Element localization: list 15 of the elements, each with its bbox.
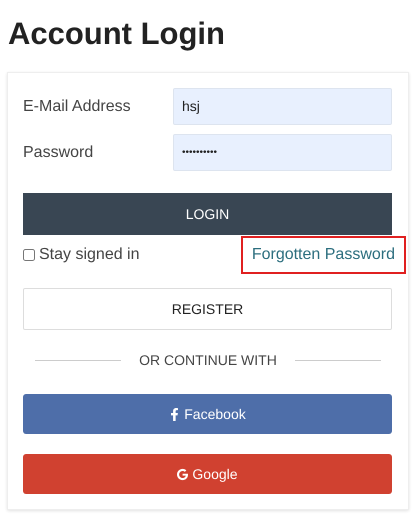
page-title: Account Login: [8, 15, 226, 53]
stay-signed-in-checkbox[interactable]: [23, 249, 35, 261]
letter-f-icon: [169, 408, 180, 420]
register-button[interactable]: REGISTER: [23, 288, 392, 330]
password-field[interactable]: ••••••••••: [173, 134, 392, 171]
forgotten-password-link[interactable]: Forgotten Password: [240, 236, 406, 274]
login-button[interactable]: LOGIN: [23, 193, 392, 235]
field-label: E-Mail Address: [23, 96, 132, 116]
letter-g-icon: [177, 468, 188, 480]
google-button[interactable]: Google: [23, 454, 392, 494]
email-field[interactable]: hsj: [173, 88, 392, 125]
field-label: Password: [23, 142, 94, 162]
checkbox-label: Stay signed in: [39, 245, 140, 265]
divider-text: OR CONTINUE WITH: [139, 351, 277, 370]
facebook-button[interactable]: Facebook: [23, 394, 392, 434]
